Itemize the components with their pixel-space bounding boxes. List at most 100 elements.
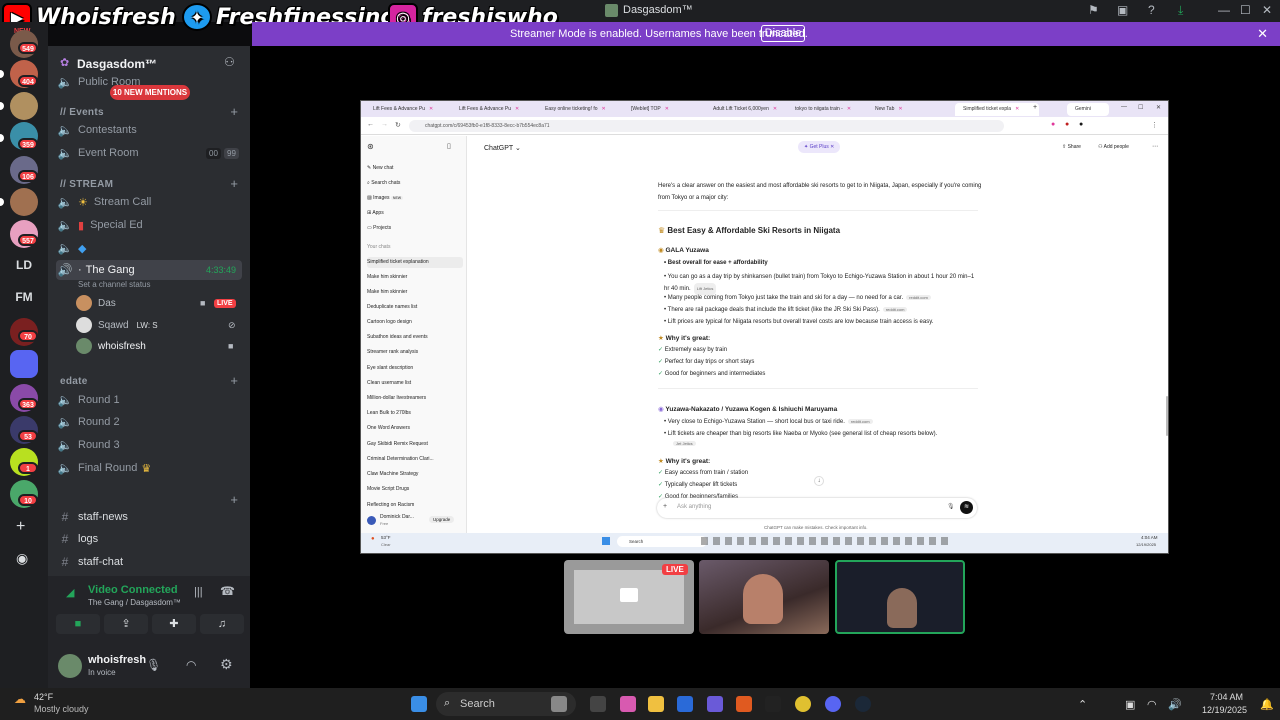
close-tab-icon[interactable]: ✕ bbox=[515, 106, 519, 112]
screenshare-button[interactable]: ⇪ bbox=[104, 614, 148, 634]
chat-history-item[interactable]: Criminal Determination Clari... bbox=[367, 454, 463, 465]
channel-final-round[interactable]: 🔈 Final Round ♛ bbox=[56, 458, 242, 478]
screenshare-tile[interactable]: LIVE bbox=[564, 560, 694, 634]
voice-user[interactable]: whoisfresh ■ bbox=[76, 337, 233, 355]
citation-chip[interactable]: Lift Jetics bbox=[693, 283, 717, 295]
voice-user[interactable]: Das ■ LIVE bbox=[76, 294, 236, 312]
inbox-icon[interactable]: ▣ bbox=[1117, 3, 1128, 17]
add-people-button[interactable]: ⚇ Add people bbox=[1098, 144, 1129, 150]
channel-event-room[interactable]: 🔈 Event Room 00 99 bbox=[56, 143, 242, 163]
tray-chevron-icon[interactable]: ⌃ bbox=[1078, 698, 1087, 711]
chat-history-item[interactable]: Cartoon logo design bbox=[367, 317, 463, 328]
projects-item[interactable]: ▭ Projects bbox=[367, 223, 463, 234]
channel-round-3[interactable]: 🔈 Round 3 bbox=[56, 435, 242, 455]
channel-status[interactable]: Set a channel status bbox=[78, 280, 151, 289]
browser-tab-active[interactable]: Simplified ticket expla ✕ bbox=[955, 103, 1039, 116]
composer-input[interactable]: Ask anything bbox=[677, 504, 711, 510]
browser-tab[interactable]: Adult Lift Ticket 6,000yen ✕ bbox=[705, 103, 789, 116]
share-button[interactable]: ⇪ Share bbox=[1062, 144, 1081, 150]
discover-icon[interactable]: ◉ bbox=[16, 550, 28, 567]
attach-icon[interactable]: + bbox=[663, 503, 667, 510]
windows-start-icon[interactable] bbox=[602, 537, 610, 545]
server-ld[interactable]: LD bbox=[8, 258, 40, 272]
mic-icon[interactable]: 🎙 bbox=[947, 503, 955, 510]
sidebar-toggle-icon[interactable]: ▯ bbox=[447, 142, 451, 150]
chat-history-item[interactable]: Deduplicate names list bbox=[367, 302, 463, 313]
server-icon[interactable] bbox=[10, 92, 38, 120]
webcam-tile-speaking[interactable] bbox=[835, 560, 965, 634]
more-options-icon[interactable]: ⋯ bbox=[1152, 143, 1158, 150]
channel-contestants[interactable]: 🔈 Contestants bbox=[56, 120, 242, 140]
get-plus-button[interactable]: ✦ Get Plus ✕ bbox=[798, 141, 841, 153]
voice-mode-button[interactable]: ≋ bbox=[960, 501, 973, 514]
headphones-icon[interactable]: ◠ bbox=[186, 658, 196, 672]
reload-icon[interactable]: ↻ bbox=[395, 121, 401, 129]
taskbar-app-icon[interactable] bbox=[590, 696, 606, 712]
pin-icon[interactable]: ⚑ bbox=[1088, 3, 1099, 17]
chat-history-item[interactable]: Subathon ideas and events bbox=[367, 332, 463, 343]
channel-special-ed[interactable]: 🔈 ▮ Special Ed bbox=[56, 215, 242, 235]
close-tab-icon[interactable]: ✕ bbox=[898, 106, 902, 112]
discord-icon[interactable] bbox=[825, 696, 841, 712]
file-explorer-icon[interactable] bbox=[648, 696, 664, 712]
extension-icon[interactable]: ● bbox=[1065, 121, 1069, 128]
close-window-icon[interactable]: ✕ bbox=[1156, 104, 1161, 111]
voice-location[interactable]: The Gang / Dasgasdom™ bbox=[88, 598, 181, 607]
browser-tab[interactable]: Lift Fees & Advance Pu ✕ bbox=[451, 103, 535, 116]
windows-start-icon[interactable] bbox=[411, 696, 427, 712]
citation-chip[interactable]: reddit.com bbox=[906, 295, 931, 300]
apps-item[interactable]: ⊞ Apps bbox=[367, 208, 463, 219]
minimize-icon[interactable]: — bbox=[1121, 104, 1127, 110]
shared-search[interactable]: Search bbox=[617, 536, 707, 547]
help-icon[interactable]: ? bbox=[1148, 3, 1155, 17]
channel-round-2[interactable]: 🔈 Round 2 bbox=[56, 412, 242, 432]
upgrade-button[interactable]: Upgrade bbox=[429, 516, 455, 523]
channel-round-1[interactable]: 🔈 Round 1 bbox=[56, 390, 242, 410]
obs-icon[interactable] bbox=[765, 696, 781, 712]
chat-history-item[interactable]: Clean username list bbox=[367, 378, 463, 389]
close-window-icon[interactable]: ✕ bbox=[1262, 3, 1272, 17]
chat-history-item[interactable]: Streamer rank analysis bbox=[367, 347, 463, 358]
channel-gem[interactable]: 🔈 ◆ bbox=[56, 238, 242, 258]
category-events[interactable]: // Events bbox=[60, 107, 104, 118]
browser-tab-gemini[interactable]: Gemini bbox=[1067, 103, 1109, 116]
extension-icon[interactable]: ● bbox=[1079, 121, 1083, 128]
menu-icon[interactable]: ⋮ bbox=[1151, 121, 1158, 129]
chat-history-item[interactable]: Million-dollar livestreamers bbox=[367, 393, 463, 404]
maximize-icon[interactable]: ☐ bbox=[1138, 104, 1143, 111]
new-mentions-pill[interactable]: 10 NEW MENTIONS bbox=[110, 85, 190, 100]
search-chats-item[interactable]: ⌕ Search chats bbox=[367, 178, 463, 189]
close-icon[interactable]: ✕ bbox=[1257, 26, 1268, 42]
chat-history-item[interactable]: Reflecting on Racism bbox=[367, 500, 463, 511]
chat-history-item[interactable]: Simplified ticket explanation bbox=[367, 257, 463, 268]
chat-history-item[interactable]: Eye slant description bbox=[367, 363, 463, 374]
chat-history-item[interactable]: Lean Bulk to 270lbs bbox=[367, 408, 463, 419]
scrollbar[interactable] bbox=[1166, 396, 1168, 436]
voice-user[interactable]: Sqawd LW: S ⊘ bbox=[76, 316, 236, 334]
back-icon[interactable]: ← bbox=[367, 121, 374, 128]
app-title[interactable]: ChatGPT ⌄ bbox=[484, 144, 521, 152]
new-chat-item[interactable]: ✎ New chat bbox=[367, 163, 463, 174]
address-bar[interactable]: chatgpt.com/c/69453fb0-e1f8-8333-8ecc-b7… bbox=[409, 120, 1004, 132]
disable-streamer-mode-button[interactable]: Disable bbox=[761, 25, 805, 42]
brave-icon[interactable] bbox=[736, 696, 752, 712]
noise-icon[interactable]: ||| bbox=[194, 586, 203, 598]
webcam-tile[interactable] bbox=[699, 560, 829, 634]
activities-button[interactable]: ✚ bbox=[152, 614, 196, 634]
soundboard-button[interactable]: ♫ bbox=[200, 614, 244, 634]
chrome-icon[interactable] bbox=[795, 696, 811, 712]
add-server-icon[interactable]: + bbox=[16, 518, 25, 536]
close-tab-icon[interactable]: ✕ bbox=[665, 106, 669, 112]
category-edate[interactable]: edate bbox=[60, 376, 88, 387]
extension-icon[interactable]: ● bbox=[1051, 121, 1055, 128]
folder-icon[interactable] bbox=[10, 350, 38, 378]
citation-chip[interactable]: reddit.com bbox=[847, 419, 873, 424]
chat-history-item[interactable]: One Word Answers bbox=[367, 423, 463, 434]
add-channel-icon[interactable]: + bbox=[230, 176, 238, 191]
copilot-icon[interactable] bbox=[620, 696, 636, 712]
browser-tab[interactable]: [Weblet] TOP ✕ bbox=[623, 103, 707, 116]
close-tab-icon[interactable]: ✕ bbox=[847, 106, 851, 112]
openai-logo-icon[interactable]: ⊛ bbox=[367, 142, 374, 151]
citation-chip[interactable]: reddit.com bbox=[882, 307, 908, 312]
add-channel-icon[interactable]: + bbox=[230, 104, 238, 119]
